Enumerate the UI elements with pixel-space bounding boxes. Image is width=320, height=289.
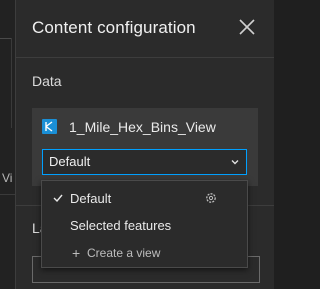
view-dropdown-menu: Default Selected features + Create a vie…: [41, 180, 248, 268]
background-app-strip: Vi: [0, 0, 15, 289]
dropdown-item-label: Create a view: [87, 246, 161, 260]
gear-icon[interactable]: [205, 192, 217, 204]
dropdown-item-create-view[interactable]: + Create a view: [42, 240, 247, 266]
layer-view-icon: [42, 119, 57, 134]
background-divider: [0, 194, 15, 195]
header-divider: [16, 57, 274, 58]
close-icon[interactable]: [236, 16, 258, 38]
chevron-down-icon: [231, 160, 239, 165]
data-section-label: Data: [32, 73, 62, 89]
background-partial-text: Vi: [2, 171, 13, 185]
panel-title: Content configuration: [32, 18, 196, 37]
plus-icon: +: [72, 245, 81, 261]
view-select[interactable]: Default: [42, 149, 247, 175]
dropdown-item-label: Default: [70, 191, 112, 206]
background-divider: [11, 38, 12, 128]
layer-name: 1_Mile_Hex_Bins_View: [69, 119, 216, 135]
data-source-card: 1_Mile_Hex_Bins_View Default: [32, 108, 258, 186]
view-select-value: Default: [49, 154, 91, 169]
checkmark-icon: [53, 194, 63, 202]
dropdown-item-default[interactable]: Default: [42, 186, 247, 212]
dropdown-item-selected-features[interactable]: Selected features: [42, 213, 247, 239]
dropdown-item-label: Selected features: [70, 218, 172, 233]
